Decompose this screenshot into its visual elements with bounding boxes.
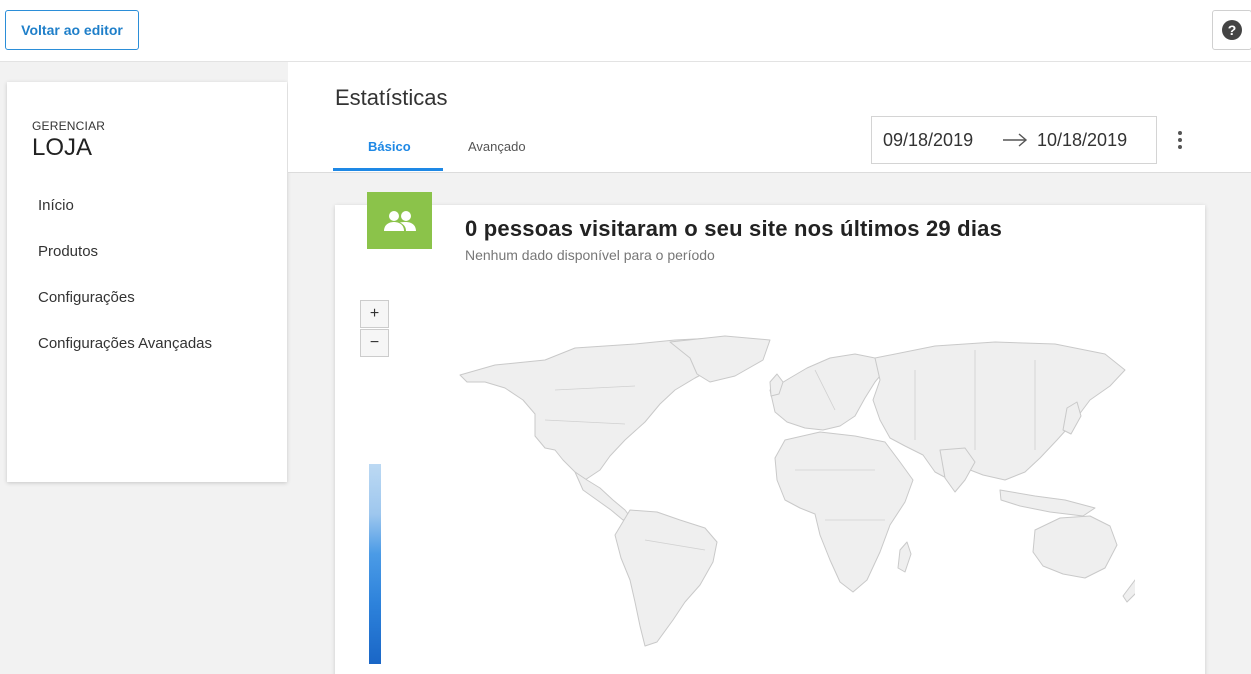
sidebar-item-inicio[interactable]: Início	[38, 197, 74, 214]
tab-basico[interactable]: Básico	[368, 139, 411, 154]
more-options-icon[interactable]	[1170, 128, 1190, 152]
active-tab-indicator	[333, 168, 443, 171]
date-start: 09/18/2019	[883, 130, 974, 150]
map-europe	[769, 353, 886, 431]
zoom-in-button[interactable]: +	[360, 300, 389, 328]
world-map[interactable]	[435, 330, 1135, 650]
main-header: Estatísticas Básico Avançado 09/18/2019 …	[288, 62, 1251, 173]
help-button[interactable]: ?	[1212, 10, 1251, 50]
visitors-card: 0 pessoas visitaram o seu site nos últim…	[335, 192, 1205, 674]
map-africa	[774, 431, 914, 593]
sidebar-item-produtos[interactable]: Produtos	[38, 243, 98, 260]
date-end: 10/18/2019	[1037, 130, 1128, 150]
map-new-zealand	[1122, 579, 1135, 603]
people-icon	[367, 192, 432, 249]
sidebar: GERENCIAR LOJA Início Produtos Configura…	[7, 82, 287, 482]
map-central-america	[574, 471, 632, 521]
date-range-picker[interactable]: 09/18/2019 10/18/2019	[871, 116, 1157, 164]
top-bar: Voltar ao editor ?	[0, 0, 1251, 62]
zoom-out-button[interactable]: −	[360, 329, 389, 357]
tab-avancado[interactable]: Avançado	[468, 139, 526, 154]
back-to-editor-button[interactable]: Voltar ao editor	[5, 10, 139, 50]
sidebar-item-configuracoes-avancadas[interactable]: Configurações Avançadas	[38, 335, 212, 352]
map-southeast-asia	[999, 489, 1096, 517]
help-icon: ?	[1222, 20, 1242, 40]
sidebar-item-configuracoes[interactable]: Configurações	[38, 289, 135, 306]
map-australia	[1032, 515, 1118, 579]
arrow-right-icon	[1002, 133, 1028, 152]
no-data-message: Nenhum dado disponível para o período	[465, 247, 715, 263]
sidebar-kicker: GERENCIAR	[32, 119, 106, 133]
sidebar-title: LOJA	[32, 134, 93, 161]
map-india	[939, 447, 976, 493]
color-scale-legend	[369, 464, 381, 664]
map-madagascar	[897, 541, 912, 573]
visitors-headline: 0 pessoas visitaram o seu site nos últim…	[465, 216, 1003, 241]
map-south-america	[614, 509, 718, 647]
page-title: Estatísticas	[335, 85, 448, 110]
map-asia	[872, 341, 1126, 481]
